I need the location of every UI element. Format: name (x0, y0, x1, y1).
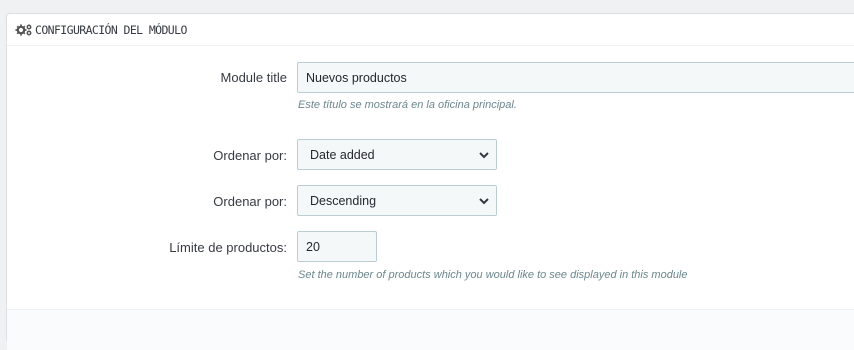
product-limit-input[interactable]: 20 (297, 231, 377, 262)
module-config-panel: CONFIGURACIÓN DEL MÓDULO Module title Nu… (6, 13, 854, 350)
order-direction-selected: Descending (310, 193, 377, 208)
panel-heading: CONFIGURACIÓN DEL MÓDULO (7, 14, 854, 46)
module-title-label: Module title (220, 70, 287, 85)
order-direction-select[interactable]: Descending (297, 185, 497, 216)
module-title-value: Nuevos productos (306, 70, 407, 85)
chevron-down-icon (478, 195, 490, 207)
module-title-input[interactable]: Nuevos productos (297, 62, 854, 93)
panel-title: CONFIGURACIÓN DEL MÓDULO (35, 22, 187, 37)
order-by-label: Ordenar por: (213, 148, 287, 163)
chevron-down-icon (478, 149, 490, 161)
module-title-help: Este título se mostrará en la oficina pr… (298, 99, 517, 111)
product-limit-label: Límite de productos: (169, 240, 287, 255)
panel-footer (7, 309, 854, 350)
product-limit-help: Set the number of products which you wou… (298, 269, 688, 281)
cogs-icon (15, 23, 33, 37)
product-limit-value: 20 (306, 239, 320, 254)
order-by-select[interactable]: Date added (297, 139, 497, 170)
order-direction-label: Ordenar por: (213, 194, 287, 209)
order-by-selected: Date added (310, 147, 375, 162)
